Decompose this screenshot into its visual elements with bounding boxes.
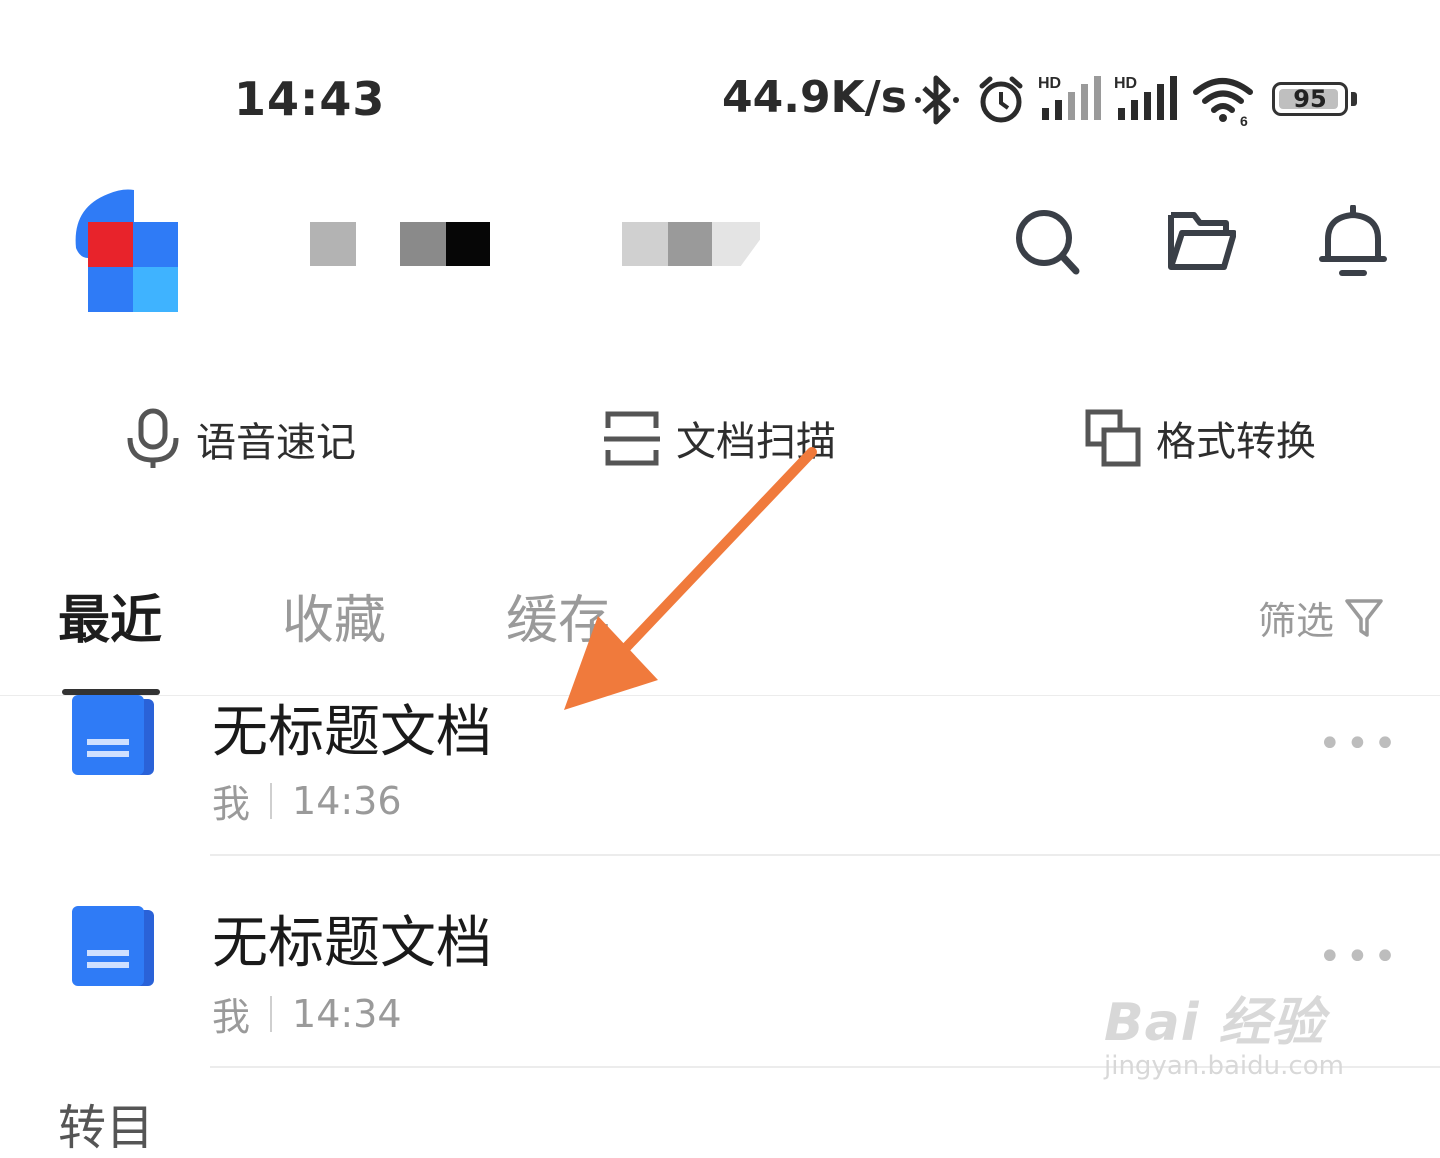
folder-icon[interactable] xyxy=(1166,205,1236,279)
more-options-button[interactable]: ••• xyxy=(1318,721,1401,767)
battery-icon: 95 xyxy=(1272,82,1348,116)
filter-button[interactable]: 筛选 xyxy=(1258,590,1384,645)
svg-text:HD: HD xyxy=(1114,75,1137,92)
document-meta: 我 14:36 xyxy=(212,773,402,828)
search-icon[interactable] xyxy=(1012,205,1082,279)
more-options-button[interactable]: ••• xyxy=(1318,934,1401,980)
meta-separator xyxy=(270,782,273,819)
svg-text:6: 6 xyxy=(1240,113,1248,129)
battery-tip xyxy=(1351,92,1357,106)
status-time: 14:43 xyxy=(234,72,386,126)
document-title: 无标题文档 xyxy=(212,700,492,765)
tab-cache[interactable]: 缓存 xyxy=(506,578,610,653)
document-time: 14:36 xyxy=(292,778,402,823)
format-convert-label: 格式转换 xyxy=(1156,419,1316,465)
format-convert-button[interactable]: 格式转换 xyxy=(1084,408,1316,468)
document-scan-button[interactable]: 文档扫描 xyxy=(602,408,836,468)
scan-icon xyxy=(604,411,660,466)
watermark-url: jingyan.baidu.com xyxy=(1104,1051,1344,1081)
document-scan-label: 文档扫描 xyxy=(676,419,836,465)
app-logo xyxy=(75,189,178,312)
doc-icon xyxy=(72,695,154,775)
document-owner: 我 xyxy=(212,995,251,1039)
tab-favorites[interactable]: 收藏 xyxy=(282,578,386,653)
tab-recent[interactable]: 最近 xyxy=(58,578,162,653)
battery-level: 95 xyxy=(1293,85,1327,113)
next-section-label: 转目 xyxy=(58,1100,155,1156)
watermark: Bai 经验 jingyan.baidu.com xyxy=(1104,980,1344,1081)
voice-note-label: 语音速记 xyxy=(196,420,356,466)
hd-signal-icon: HD xyxy=(1114,75,1177,120)
bluetooth-icon xyxy=(915,75,959,125)
watermark-text: Bai 经验 xyxy=(1104,993,1325,1053)
document-time: 14:34 xyxy=(292,991,402,1036)
network-speed: 44.9K/s xyxy=(722,72,907,123)
filter-icon xyxy=(1345,598,1383,637)
account-name-redacted xyxy=(310,222,760,268)
alarm-icon xyxy=(979,76,1023,123)
svg-text:HD: HD xyxy=(1038,75,1061,92)
filter-label: 筛选 xyxy=(1258,599,1335,643)
document-meta: 我 14:34 xyxy=(212,986,402,1041)
document-title: 无标题文档 xyxy=(212,911,492,976)
bell-icon[interactable] xyxy=(1318,205,1388,279)
doc-icon xyxy=(72,906,154,986)
hd-signal-icon: HD xyxy=(1038,75,1101,120)
convert-icon xyxy=(1085,409,1141,467)
meta-separator xyxy=(270,995,273,1032)
wifi-icon: 6 xyxy=(1193,78,1253,129)
microphone-icon xyxy=(127,408,179,468)
voice-note-button[interactable]: 语音速记 xyxy=(124,408,356,470)
document-owner: 我 xyxy=(212,782,251,826)
